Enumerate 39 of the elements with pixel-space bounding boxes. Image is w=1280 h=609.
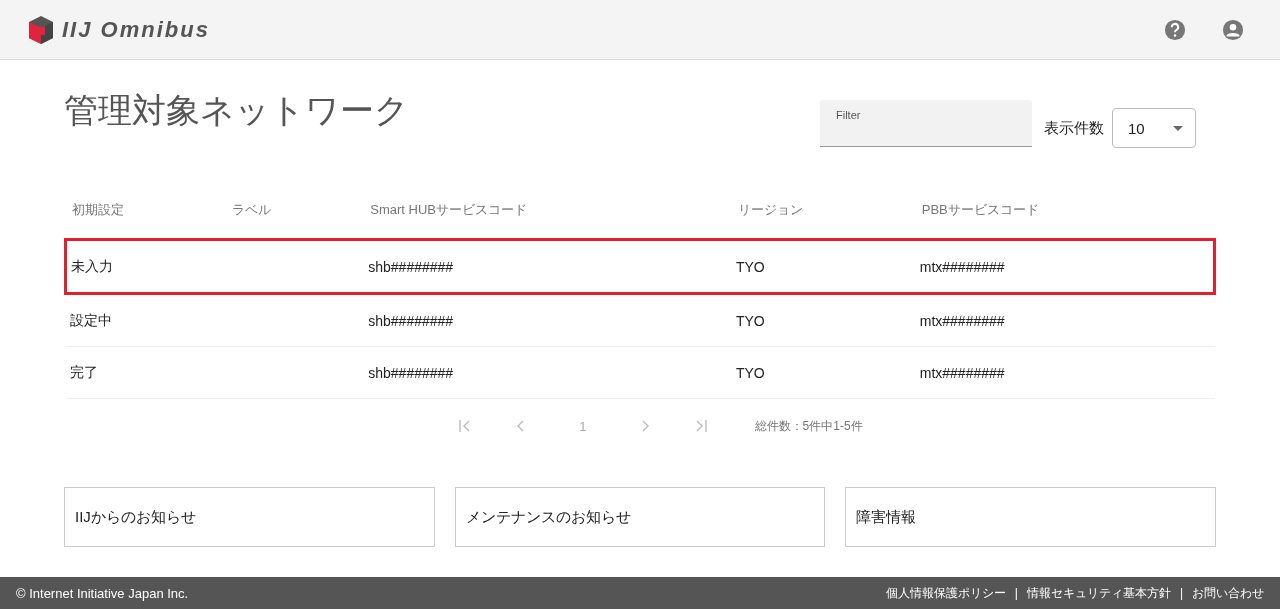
- table-cell: 設定中: [69, 311, 112, 328]
- notice-card[interactable]: メンテナンスのお知らせ: [454, 487, 826, 547]
- result-count: 総件数：5件中1-5件: [754, 417, 863, 435]
- column-header: ラベル: [226, 182, 365, 240]
- link-separator: |: [1014, 585, 1018, 600]
- page-size-select[interactable]: 10: [1112, 108, 1196, 148]
- account-icon[interactable]: [1222, 18, 1244, 41]
- column-header: 初期設定: [65, 182, 227, 240]
- footer-link[interactable]: お問い合わせ: [1192, 585, 1264, 600]
- column-header: PBBサービスコード: [915, 182, 1215, 240]
- table-cell: shb########: [368, 258, 454, 275]
- cube-logo-icon: [28, 14, 54, 45]
- page-title: 管理対象ネットワーク: [64, 90, 410, 131]
- table-cell: mtx########: [919, 312, 1005, 329]
- table-cell: 完了: [69, 363, 98, 380]
- table-cell: TYO: [735, 312, 765, 329]
- logo-text: IIJ Omnibus: [62, 16, 210, 43]
- column-header: リージョン: [731, 182, 916, 240]
- table-row[interactable]: 設定中 shb######## TYO mtx########: [65, 293, 1215, 347]
- filter-field[interactable]: Filter: [820, 100, 1032, 147]
- footer-link[interactable]: 情報セキュリティ基本方針: [1026, 585, 1171, 600]
- footer-link[interactable]: 個人情報保護ポリシー: [885, 585, 1006, 600]
- table-cell: 未入力: [71, 257, 113, 274]
- table-cell: mtx########: [919, 258, 1005, 275]
- column-header: Smart HUBサービスコード: [364, 182, 732, 240]
- table-cell: TYO: [735, 364, 765, 381]
- table-cell: mtx########: [919, 364, 1005, 381]
- table-cell: TYO: [735, 258, 765, 275]
- notice-card[interactable]: IIJからのお知らせ: [64, 487, 435, 547]
- table-cell: shb########: [368, 364, 454, 381]
- table-row[interactable]: 完了 shb######## TYO mtx########: [65, 346, 1215, 399]
- link-separator: |: [1179, 585, 1183, 600]
- page-size-label: 表示件数: [1044, 118, 1104, 138]
- table-cell: shb########: [368, 312, 454, 329]
- table-row[interactable]: 未入力 shb######## TYO mtx########: [65, 239, 1215, 294]
- copyright-text: © Internet Initiative Japan Inc.: [16, 585, 189, 601]
- help-icon[interactable]: [1164, 18, 1186, 41]
- dropdown-caret-icon: [1173, 125, 1183, 131]
- notice-card[interactable]: 障害情報: [845, 487, 1216, 547]
